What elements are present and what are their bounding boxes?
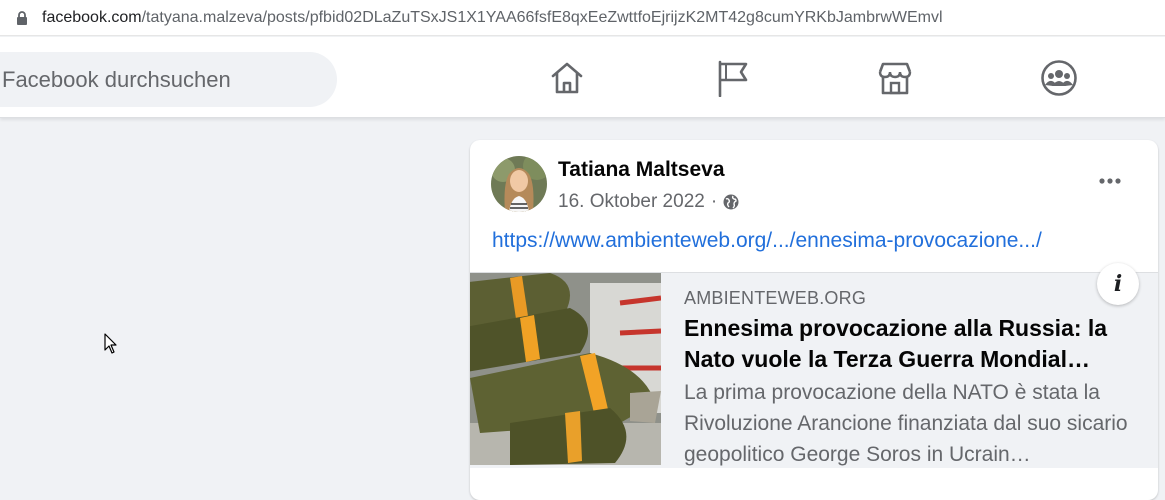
- groups-icon[interactable]: [1040, 59, 1078, 97]
- post-author[interactable]: Tatiana Maltseva: [558, 158, 725, 182]
- pages-flag-icon[interactable]: [714, 59, 752, 97]
- mouse-cursor-icon: [104, 333, 117, 354]
- info-icon[interactable]: [1097, 263, 1139, 305]
- search-placeholder: Facebook durchsuchen: [2, 67, 231, 92]
- post-date[interactable]: 16. Oktober 2022: [558, 191, 705, 213]
- search-input[interactable]: Facebook durchsuchen: [0, 52, 337, 107]
- post-card: Tatiana Maltseva 16. Oktober 2022 · http…: [470, 140, 1158, 500]
- preview-image[interactable]: [470, 273, 661, 465]
- preview-site: AMBIENTEWEB.ORG: [684, 288, 867, 308]
- globe-icon[interactable]: [723, 194, 739, 210]
- avatar[interactable]: [491, 156, 547, 212]
- post-meta: 16. Oktober 2022 ·: [558, 191, 739, 213]
- browser-address-bar[interactable]: facebook.com/tatyana.malzeva/posts/pfbid…: [0, 0, 1165, 36]
- marketplace-icon[interactable]: [876, 59, 914, 97]
- preview-headline[interactable]: Ennesima provocazione alla Russia: la Na…: [684, 313, 1144, 375]
- url-text[interactable]: facebook.com/tatyana.malzeva/posts/pfbid…: [42, 9, 943, 27]
- post-link[interactable]: https://www.ambienteweb.org/.../ennesima…: [492, 229, 1042, 253]
- home-icon[interactable]: [548, 59, 586, 97]
- url-domain: facebook.com: [42, 9, 142, 26]
- meta-separator: ·: [710, 191, 718, 212]
- facebook-header: Facebook durchsuchen: [0, 37, 1165, 118]
- link-preview[interactable]: AMBIENTEWEB.ORG Ennesima provocazione al…: [470, 263, 1158, 468]
- preview-description: La prima provocazione della NATO è stata…: [684, 381, 1128, 466]
- url-path: /tatyana.malzeva/posts/pfbid02DLaZuTSxJS…: [141, 9, 943, 26]
- more-options-icon[interactable]: [1098, 177, 1122, 185]
- lock-icon: [17, 11, 27, 25]
